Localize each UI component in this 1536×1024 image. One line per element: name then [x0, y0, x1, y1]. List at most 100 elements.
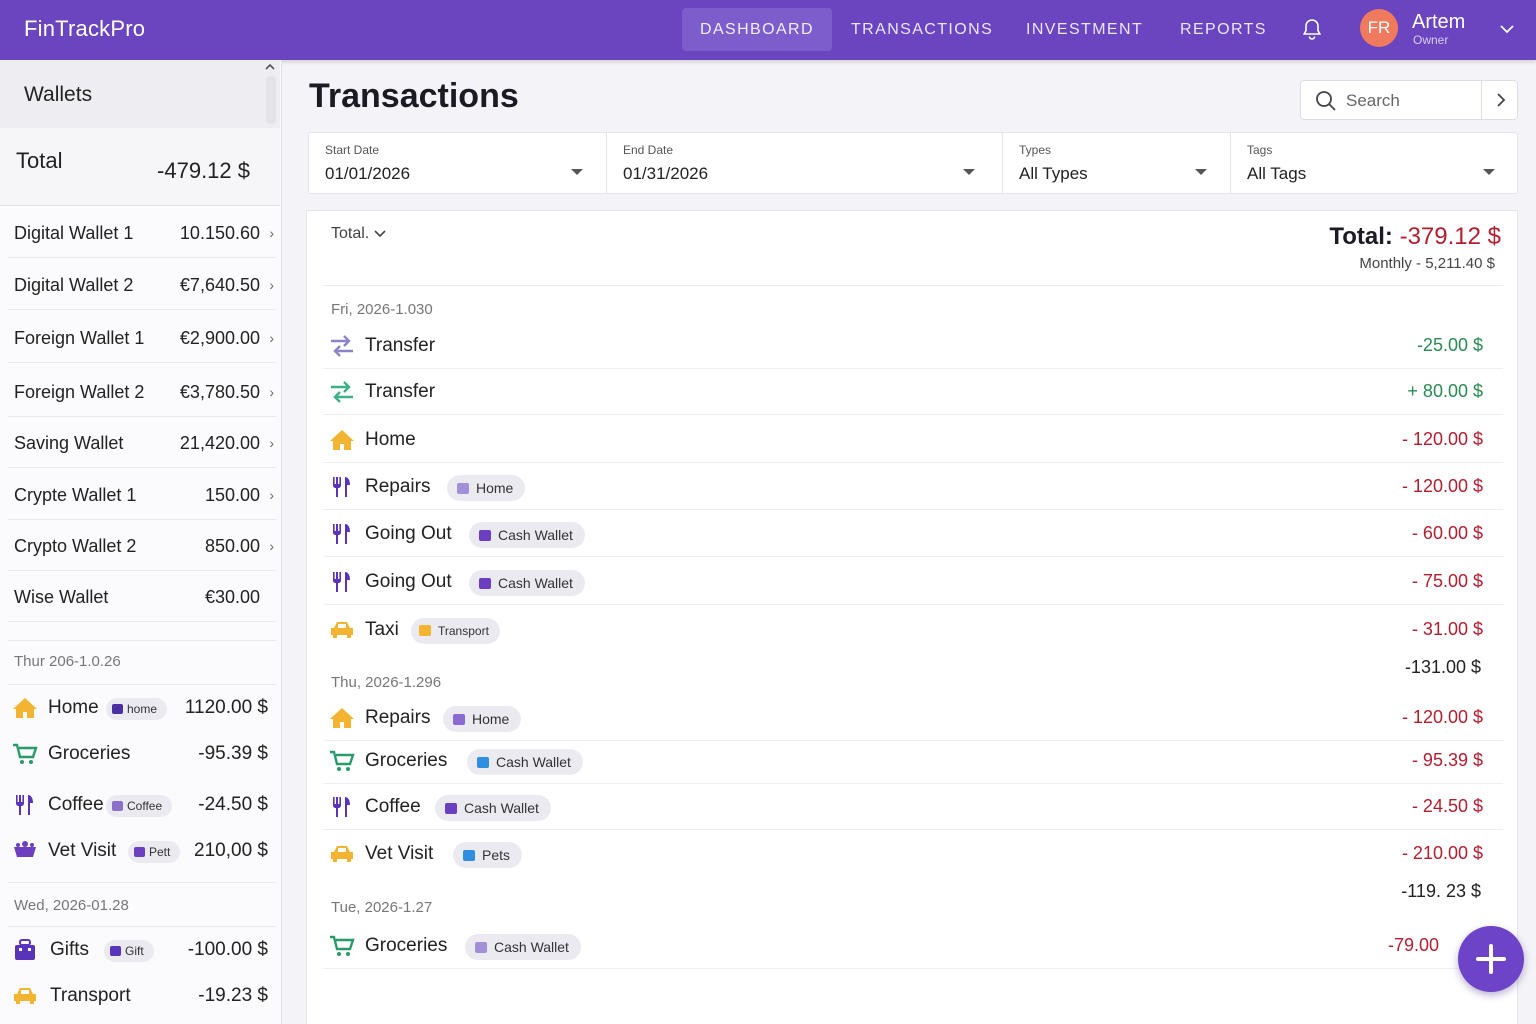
start-date-field[interactable]: Start Date 01/01/2026 — [309, 133, 607, 193]
tag-chip[interactable]: Home — [443, 706, 522, 732]
wallet-row[interactable]: Saving Wallet 21,420.00 › — [8, 418, 276, 468]
wallet-name: Foreign Wallet 1 — [14, 328, 145, 348]
tags-select[interactable]: Tags All Tags — [1231, 133, 1517, 193]
wallet-row[interactable]: Wise Wallet €30.00 — [8, 572, 276, 622]
tag-chip[interactable]: Cash Wallet — [467, 749, 583, 775]
list-item[interactable]: Gifts Gift -100.00 $ — [8, 928, 278, 972]
table-row[interactable]: Coffee Cash Wallet - 24.50 $ — [323, 784, 1503, 830]
tag-chip[interactable]: Pett — [128, 841, 181, 863]
avatar[interactable]: FR — [1360, 9, 1398, 47]
wallet-row[interactable]: Foreign Wallet 1 €2,900.00 › — [8, 313, 276, 363]
wallet-name: Foreign Wallet 2 — [14, 382, 145, 402]
transaction-amount: - 120.00 $ — [1401, 476, 1483, 496]
divider — [1481, 81, 1482, 119]
wallet-row[interactable]: Crypte Wallet 1 150.00 › — [8, 470, 276, 520]
car-icon — [331, 846, 353, 862]
transaction-name: Coffee — [48, 794, 104, 815]
page-title: Transactions — [309, 77, 519, 115]
transaction-name: Groceries — [365, 750, 448, 771]
wallet-row[interactable]: Foreign Wallet 2 €3,780.50 › — [8, 367, 276, 417]
date-header: Tue, 2026-1.27 — [331, 899, 433, 916]
field-label: End Date — [623, 143, 674, 157]
summary-total-label: Total: — [1329, 223, 1393, 250]
tag-chip[interactable]: Cash Wallet — [465, 934, 581, 960]
table-row[interactable]: Transfer -25.00 $ — [323, 323, 1503, 369]
table-row[interactable]: Transfer + 80.00 $ — [323, 369, 1503, 415]
tag-chip[interactable]: Home — [447, 475, 526, 501]
field-label: Start Date — [325, 143, 380, 157]
transaction-amount: - 95.39 $ — [1411, 750, 1483, 770]
transactions-panel: Total. Total: -379.12 $ Monthly - 5,211.… — [306, 210, 1518, 1024]
wallet-name: Wise Wallet — [14, 587, 109, 607]
nav-reports[interactable]: REPORTS — [1162, 8, 1285, 51]
tag-chip[interactable]: Gift — [104, 940, 154, 962]
table-row[interactable]: Groceries Cash Wallet -79.00 — [323, 923, 1503, 969]
nav-transactions[interactable]: TRANSACTIONS — [833, 8, 1011, 51]
sidebar-scrollbar[interactable] — [266, 76, 276, 124]
tag-chip[interactable]: Transport — [411, 618, 500, 644]
chevron-down-icon[interactable] — [1498, 20, 1516, 38]
nav-investment[interactable]: INVESTMENT — [1008, 8, 1161, 51]
chevron-right-icon[interactable] — [1493, 92, 1509, 108]
tag-chip[interactable]: Coffee — [106, 795, 173, 817]
chevron-right-icon: › — [269, 487, 274, 503]
types-select[interactable]: Types All Types — [1003, 133, 1231, 193]
wallet-name: Saving Wallet — [14, 433, 124, 453]
end-date-field[interactable]: End Date 01/31/2026 — [607, 133, 1003, 193]
table-row[interactable]: Taxi Transport - 31.00 $ — [323, 607, 1503, 653]
tag-chip[interactable]: home — [106, 698, 168, 720]
list-item[interactable]: Transport -19.23 $ — [8, 974, 278, 1018]
tag-chip[interactable]: Cash Wallet — [435, 795, 551, 821]
transaction-amount: - 31.00 $ — [1411, 619, 1483, 639]
transaction-amount: -100.00 $ — [187, 939, 268, 960]
scroll-up-icon[interactable] — [264, 62, 276, 72]
chevron-right-icon: › — [269, 277, 274, 293]
table-row[interactable]: Home - 120.00 $ — [323, 417, 1503, 463]
table-row[interactable]: Repairs Home - 120.00 $ — [323, 464, 1503, 510]
summary-total-value: -379.12 $ — [1399, 223, 1501, 250]
table-row[interactable]: Groceries Cash Wallet - 95.39 $ — [323, 738, 1503, 784]
list-item[interactable]: Vet Visit Pett 210,00 $ — [8, 829, 278, 873]
group-subtotal: -131.00 $ — [1404, 657, 1481, 677]
bell-icon[interactable] — [1300, 17, 1324, 41]
tag-label: Cash Wallet — [494, 939, 569, 955]
table-row[interactable]: Repairs Home - 120.00 $ — [323, 695, 1503, 741]
cart-icon — [330, 750, 355, 771]
wallets-total-label: Total — [16, 148, 63, 173]
app-logo[interactable]: FinTrackPro — [24, 16, 145, 42]
transaction-amount: + 80.00 $ — [1407, 381, 1483, 401]
search-input[interactable]: Search — [1346, 91, 1400, 111]
chevron-right-icon: › — [269, 435, 274, 451]
list-item[interactable]: Groceries -95.39 $ — [8, 732, 278, 776]
tag-label: Gift — [125, 944, 144, 958]
list-item[interactable]: Coffee Coffee -24.50 $ — [8, 783, 278, 827]
wallet-amount: 10.150.60 — [179, 223, 260, 243]
tag-label: Cash Wallet — [464, 800, 539, 816]
tag-chip[interactable]: Cash Wallet — [469, 522, 585, 548]
table-row[interactable]: Vet Visit Pets - 210.00 $ — [323, 831, 1503, 877]
house-icon — [330, 708, 354, 728]
nav-dashboard[interactable]: DASHBOARD — [682, 8, 832, 51]
transaction-amount: - 75.00 $ — [1411, 571, 1483, 591]
top-navigation-bar: FinTrackPro DASHBOARD TRANSACTIONS INVES… — [0, 0, 1536, 60]
tag-chip[interactable]: Pets — [453, 842, 523, 868]
transaction-name: Repairs — [365, 707, 431, 728]
table-row[interactable]: Going Out Cash Wallet - 75.00 $ — [323, 559, 1503, 605]
wallet-row[interactable]: Crypto Wallet 2 850.00 › — [8, 521, 276, 571]
search-box[interactable]: Search — [1300, 80, 1518, 120]
chevron-down-icon — [374, 230, 386, 238]
field-value: All Tags — [1247, 164, 1307, 183]
table-row[interactable]: Going Out Cash Wallet - 60.00 $ — [323, 511, 1503, 557]
transaction-amount: - 120.00 $ — [1401, 707, 1483, 727]
wallet-row[interactable]: Digital Wallet 1 10.150.60 › — [8, 208, 276, 258]
dropdown-arrow-icon — [571, 169, 583, 175]
user-name[interactable]: Artem — [1412, 11, 1465, 34]
tag-chip[interactable]: Cash Wallet — [469, 570, 585, 596]
total-selector[interactable]: Total. — [331, 225, 387, 243]
wallet-amount: 150.00 — [204, 485, 260, 505]
wallet-row[interactable]: Digital Wallet 2 €7,640.50 › — [8, 260, 276, 310]
add-transaction-button[interactable] — [1458, 926, 1524, 992]
transaction-amount: - 24.50 $ — [1411, 796, 1483, 816]
list-item[interactable]: Home home 1120.00 $ — [8, 686, 278, 730]
transaction-amount: -25.00 $ — [1416, 335, 1483, 355]
